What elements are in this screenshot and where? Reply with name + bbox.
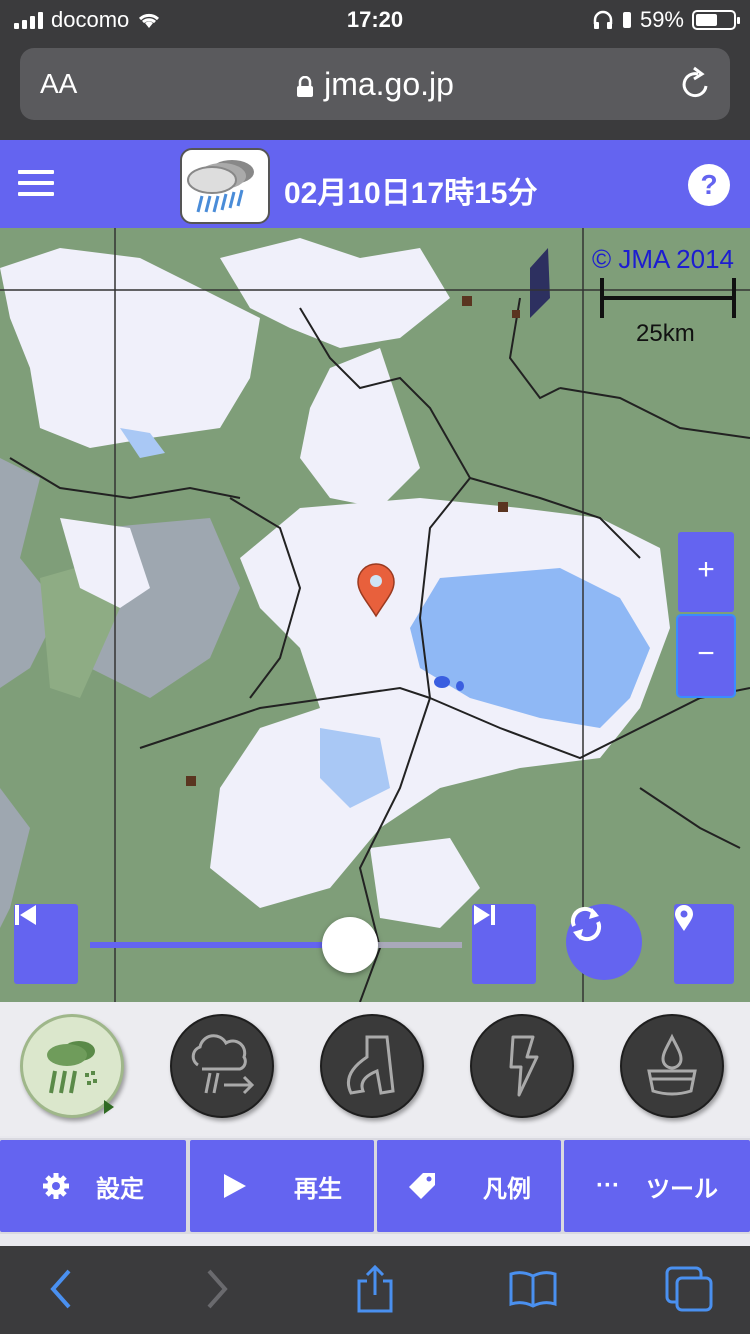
refresh-icon bbox=[570, 906, 602, 942]
timeline-slider-knob[interactable] bbox=[322, 917, 379, 973]
gear-icon bbox=[43, 1173, 69, 1199]
layer-tornado-button[interactable] bbox=[320, 1014, 424, 1118]
zoom-in-button[interactable]: + bbox=[678, 532, 734, 612]
headphones-icon bbox=[593, 10, 613, 29]
share-button[interactable] bbox=[350, 1264, 400, 1314]
settings-label: 設定 bbox=[96, 1175, 144, 1203]
browser-address-area: AA jma.go.jp bbox=[0, 40, 750, 140]
back-button[interactable] bbox=[36, 1264, 86, 1314]
legend-label: 凡例 bbox=[483, 1175, 531, 1203]
timeline-slider[interactable] bbox=[90, 917, 462, 973]
drop-bowl-icon bbox=[647, 1033, 697, 1096]
url-text: jma.go.jp bbox=[324, 66, 454, 102]
jump-to-start-button[interactable] bbox=[14, 904, 78, 984]
layer-selector bbox=[0, 1002, 750, 1136]
play-label: 再生 bbox=[294, 1175, 342, 1203]
radar-map[interactable]: © JMA 2014 25km + − bbox=[0, 228, 750, 1002]
map-pin-icon bbox=[675, 905, 693, 931]
lightning-icon bbox=[509, 1035, 539, 1097]
lock-icon bbox=[297, 75, 314, 97]
skip-back-icon bbox=[15, 905, 36, 925]
refresh-button[interactable] bbox=[566, 904, 642, 980]
chevron-right-icon bbox=[207, 1269, 228, 1309]
cloud-movement-icon bbox=[191, 1034, 255, 1095]
reload-icon[interactable] bbox=[678, 66, 712, 102]
status-bar: docomo 17:20 59% bbox=[0, 0, 750, 40]
zoom-out-button[interactable]: − bbox=[676, 614, 736, 698]
tag-icon bbox=[409, 1173, 435, 1199]
forward-button[interactable] bbox=[192, 1264, 242, 1314]
active-layer-marker bbox=[104, 1100, 114, 1114]
location-pin-icon bbox=[357, 563, 395, 618]
layer-precipitation-button[interactable] bbox=[620, 1014, 724, 1118]
settings-button[interactable]: 設定 bbox=[0, 1140, 186, 1232]
bookmarks-button[interactable] bbox=[508, 1264, 558, 1314]
tools-label: ツール bbox=[645, 1175, 718, 1203]
battery-percent: 59% bbox=[639, 7, 684, 32]
layer-cloud-movement-button[interactable] bbox=[170, 1014, 274, 1118]
rain-cloud-app-icon bbox=[180, 148, 270, 224]
tabs-icon bbox=[665, 1266, 713, 1312]
play-icon bbox=[224, 1174, 246, 1198]
orientation-lock-icon bbox=[622, 12, 631, 28]
legend-button[interactable]: 凡例 bbox=[377, 1140, 561, 1232]
bottom-menu: 設定 再生 凡例 ··· ツール bbox=[0, 1138, 750, 1234]
jump-to-latest-button[interactable] bbox=[472, 904, 536, 984]
skip-forward-icon bbox=[474, 905, 495, 925]
help-button[interactable]: ? bbox=[688, 164, 730, 206]
app-header: 02月10日17時15分 ? bbox=[0, 140, 750, 228]
scale-label: 25km bbox=[636, 320, 695, 347]
more-icon: ··· bbox=[596, 1172, 620, 1199]
current-location-button[interactable] bbox=[674, 904, 734, 984]
battery-icon bbox=[692, 10, 740, 30]
copyright-text: © JMA 2014 bbox=[591, 244, 734, 274]
tabs-button[interactable] bbox=[664, 1264, 714, 1314]
browser-toolbar bbox=[0, 1246, 750, 1334]
tools-button[interactable]: ··· ツール bbox=[564, 1140, 750, 1232]
chevron-left-icon bbox=[50, 1269, 71, 1309]
hamburger-menu-icon[interactable] bbox=[18, 170, 54, 198]
share-icon bbox=[357, 1265, 393, 1313]
play-button[interactable]: 再生 bbox=[190, 1140, 374, 1232]
book-icon bbox=[509, 1271, 557, 1308]
page-title: 02月10日17時15分 bbox=[284, 177, 538, 210]
scale-bar bbox=[600, 278, 736, 322]
layer-lightning-button[interactable] bbox=[470, 1014, 574, 1118]
rain-cloud-icon bbox=[47, 1041, 97, 1094]
tornado-icon bbox=[346, 1035, 395, 1095]
address-bar[interactable]: AA jma.go.jp bbox=[20, 48, 730, 120]
